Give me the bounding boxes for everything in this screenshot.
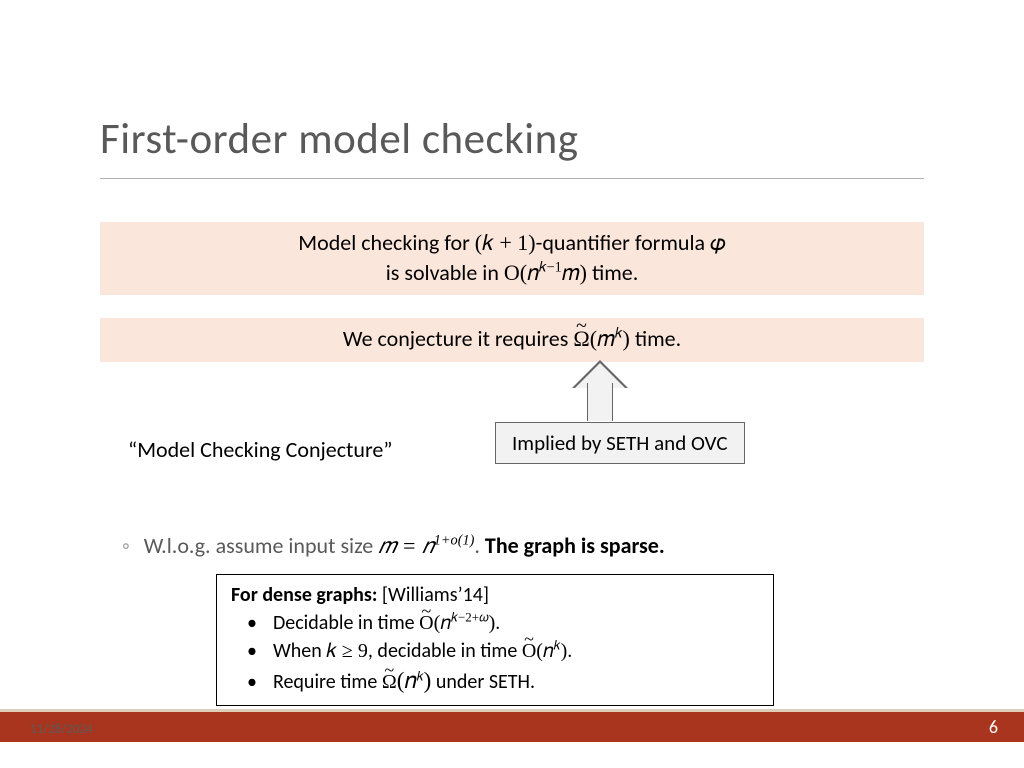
- math-exp: 𝑘: [615, 326, 623, 342]
- text: Decidable in time: [273, 611, 419, 635]
- math: ).: [561, 640, 573, 662]
- math-exp: 𝑘: [417, 668, 424, 683]
- math: (𝑛: [536, 640, 553, 662]
- slide-title: First-order model checking: [100, 112, 578, 165]
- text: time.: [587, 259, 638, 286]
- math-omega: Ω: [573, 324, 589, 354]
- text: .: [474, 532, 485, 559]
- text: For dense graphs:: [231, 583, 377, 607]
- title-rule: [100, 178, 924, 179]
- math: (𝑚: [590, 326, 615, 351]
- math-exp: 𝑘−2+𝜔: [451, 609, 489, 624]
- math: 𝑚 = 𝑛: [378, 533, 434, 558]
- math-exp: 1+o(1): [434, 533, 475, 549]
- dense-graphs-box: For dense graphs: [Williams’14] Decidabl…: [216, 574, 774, 706]
- text: time.: [630, 325, 681, 352]
- conjecture-label: “Model Checking Conjecture”: [128, 436, 392, 463]
- box-title: For dense graphs: [Williams’14]: [231, 581, 759, 609]
- list-item: Require time Ω(𝑛𝑘) under SETH.: [237, 665, 759, 697]
- footer-bar: [0, 712, 1024, 742]
- math: (𝑛: [434, 612, 451, 634]
- math: ): [623, 326, 630, 351]
- emphasis: The graph is sparse.: [485, 532, 665, 559]
- math-exp: 𝑘−1: [539, 259, 562, 275]
- math: O(𝑛: [504, 260, 539, 285]
- arrow-shaft: [587, 383, 613, 421]
- callout-box: Implied by SETH and OVC: [495, 422, 745, 464]
- math: 𝑘 ≥ 9: [326, 640, 368, 662]
- slide-date: 11/28/2024: [30, 722, 93, 737]
- text: We conjecture it requires: [343, 325, 574, 352]
- math: (𝑛: [397, 668, 417, 693]
- text: -quantifier formula: [536, 229, 710, 256]
- math-exp: 𝑘: [554, 637, 561, 652]
- math: 𝑚): [562, 260, 587, 285]
- text: under SETH.: [431, 670, 535, 694]
- citation: [Williams’14]: [377, 583, 489, 607]
- bullet-marker: ◦: [122, 532, 144, 559]
- slide: First-order model checking Model checkin…: [0, 0, 1024, 768]
- page-number: 6: [989, 716, 998, 738]
- text: Require time: [273, 670, 382, 694]
- text: When: [273, 639, 326, 663]
- math: (𝑘 + 1): [475, 230, 536, 255]
- arrow-join: [589, 382, 611, 388]
- math: O: [419, 609, 433, 637]
- list-item: Decidable in time O(𝑛𝑘−2+𝜔).: [237, 609, 759, 637]
- list-item: When 𝑘 ≥ 9, decidable in time O(𝑛𝑘).: [237, 637, 759, 665]
- highlight-band-2: We conjecture it requires Ω(𝑚𝑘) time.: [100, 318, 924, 362]
- math-phi: 𝜑: [710, 230, 726, 255]
- text: is solvable in: [386, 259, 504, 286]
- math: ).: [489, 612, 501, 634]
- highlight-band-1: Model checking for (𝑘 + 1)-quantifier fo…: [100, 222, 924, 295]
- text: W.l.o.g. assume input size: [144, 532, 378, 559]
- math: Ω: [382, 668, 397, 696]
- text: Model checking for: [298, 229, 474, 256]
- math: O: [522, 637, 536, 665]
- bullet-line: ◦W.l.o.g. assume input size 𝑚 = 𝑛1+o(1).…: [122, 532, 665, 559]
